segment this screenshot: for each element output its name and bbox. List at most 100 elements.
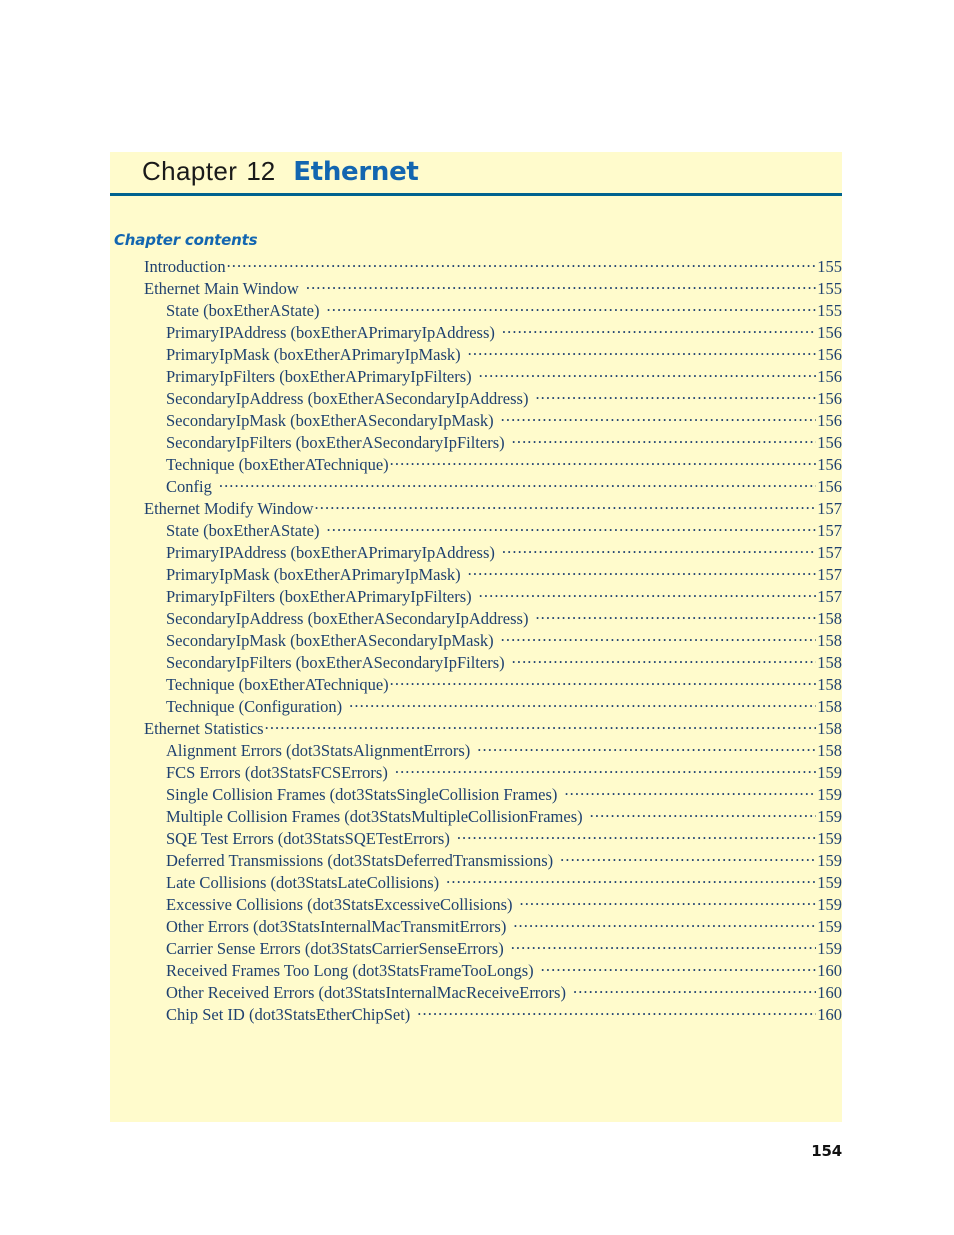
- toc-entry[interactable]: PrimaryIpFilters (boxEtherAPrimaryIpFilt…: [110, 586, 842, 608]
- toc-entry-page: 159: [817, 873, 842, 892]
- toc-entry-label: Technique (Configuration): [166, 697, 343, 716]
- toc-entry[interactable]: SecondaryIpAddress (boxEtherASecondaryIp…: [110, 608, 842, 630]
- toc-entry[interactable]: SQE Test Errors (dot3StatsSQETestErrors)…: [110, 828, 842, 850]
- toc-dot-leader: [390, 454, 817, 470]
- toc-dot-leader: [219, 476, 816, 492]
- toc-entry-page: 159: [817, 851, 842, 870]
- toc-entry-page: 157: [817, 499, 842, 518]
- toc-entry[interactable]: PrimaryIPAddress (boxEtherAPrimaryIpAddr…: [110, 322, 842, 344]
- toc-dot-leader: [395, 762, 816, 778]
- toc-entry[interactable]: Config 156: [110, 476, 842, 498]
- toc-entry-page: 158: [817, 609, 842, 628]
- toc-entry[interactable]: Single Collision Frames (dot3StatsSingle…: [110, 784, 842, 806]
- toc-entry[interactable]: Ethernet Main Window 155: [110, 278, 842, 300]
- toc-entry-label: SQE Test Errors (dot3StatsSQETestErrors): [166, 829, 450, 848]
- toc-entry-page: 159: [817, 829, 842, 848]
- toc-entry-label: PrimaryIpFilters (boxEtherAPrimaryIpFilt…: [166, 367, 472, 386]
- toc-entry-page: 159: [817, 939, 842, 958]
- toc-entry-label: Excessive Collisions (dot3StatsExcessive…: [166, 895, 513, 914]
- toc-entry[interactable]: Ethernet Modify Window 157: [110, 498, 842, 520]
- toc-entry-label: SecondaryIpMask (boxEtherASecondaryIpMas…: [166, 631, 494, 650]
- toc-entry-page: 156: [817, 477, 842, 496]
- toc-entry-page: 156: [817, 323, 842, 342]
- toc-entry[interactable]: FCS Errors (dot3StatsFCSErrors) 159: [110, 762, 842, 784]
- toc-entry-label: Single Collision Frames (dot3StatsSingle…: [166, 785, 558, 804]
- toc-dot-leader: [502, 542, 816, 558]
- toc-dot-leader: [501, 410, 817, 426]
- toc-entry[interactable]: State (boxEtherAState) 155: [110, 300, 842, 322]
- toc-entry-page: 155: [817, 257, 842, 276]
- chapter-contents-heading: Chapter contents: [114, 231, 258, 249]
- toc-dot-leader: [512, 432, 817, 448]
- toc-entry[interactable]: SecondaryIpMask (boxEtherASecondaryIpMas…: [110, 630, 842, 652]
- toc-entry-label: SecondaryIpFilters (boxEtherASecondaryIp…: [166, 653, 505, 672]
- toc-entry-label: PrimaryIpMask (boxEtherAPrimaryIpMask): [166, 345, 461, 364]
- toc-dot-leader: [560, 850, 816, 866]
- toc-entry[interactable]: PrimaryIPAddress (boxEtherAPrimaryIpAddr…: [110, 542, 842, 564]
- toc-entry-page: 158: [817, 653, 842, 672]
- toc-entry-page: 156: [817, 411, 842, 430]
- toc-entry-page: 158: [817, 697, 842, 716]
- toc-entry[interactable]: Alignment Errors (dot3StatsAlignmentErro…: [110, 740, 842, 762]
- toc-dot-leader: [501, 630, 817, 646]
- toc-entry-label: Carrier Sense Errors (dot3StatsCarrierSe…: [166, 939, 504, 958]
- toc-entry-label: State (boxEtherAState): [166, 301, 320, 320]
- toc-entry[interactable]: PrimaryIpFilters (boxEtherAPrimaryIpFilt…: [110, 366, 842, 388]
- toc-entry-label: Received Frames Too Long (dot3StatsFrame…: [166, 961, 534, 980]
- toc-entry-label: Chip Set ID (dot3StatsEtherChipSet): [166, 1005, 411, 1024]
- toc-entry-label: Deferred Transmissions (dot3StatsDeferre…: [166, 851, 554, 870]
- toc-entry[interactable]: State (boxEtherAState) 157: [110, 520, 842, 542]
- toc-dot-leader: [535, 608, 816, 624]
- toc-entry[interactable]: Excessive Collisions (dot3StatsExcessive…: [110, 894, 842, 916]
- toc-entry[interactable]: Multiple Collision Frames (dot3StatsMult…: [110, 806, 842, 828]
- toc-entry[interactable]: Technique (Configuration) 158: [110, 696, 842, 718]
- chapter-contents-block: Chapter 12 Ethernet Chapter contents Intro…: [110, 152, 842, 1122]
- toc-dot-leader: [468, 344, 817, 360]
- toc-entry[interactable]: Other Received Errors (dot3StatsInternal…: [110, 982, 842, 1004]
- toc-dot-leader: [417, 1004, 816, 1020]
- toc-entry-page: 156: [817, 433, 842, 452]
- toc-entry-label: Other Received Errors (dot3StatsInternal…: [166, 983, 566, 1002]
- toc-entry-label: PrimaryIpFilters (boxEtherAPrimaryIpFilt…: [166, 587, 472, 606]
- toc-entry[interactable]: Ethernet Statistics 158: [110, 718, 842, 740]
- chapter-name: Ethernet: [293, 157, 419, 187]
- toc-dot-leader: [535, 388, 816, 404]
- toc-entry-page: 159: [817, 895, 842, 914]
- toc-entry[interactable]: Introduction 155: [110, 256, 842, 278]
- toc-entry-page: 160: [817, 1005, 842, 1024]
- title-divider: [110, 193, 842, 196]
- toc-entry[interactable]: Deferred Transmissions (dot3StatsDeferre…: [110, 850, 842, 872]
- toc-entry-label: Technique (boxEtherATechnique): [166, 455, 389, 474]
- toc-entry[interactable]: SecondaryIpAddress (boxEtherASecondaryIp…: [110, 388, 842, 410]
- toc-entry[interactable]: Technique (boxEtherATechnique) 158: [110, 674, 842, 696]
- table-of-contents: Introduction155Ethernet Main Window155St…: [110, 256, 842, 1026]
- toc-entry[interactable]: PrimaryIpMask (boxEtherAPrimaryIpMask) 15…: [110, 344, 842, 366]
- toc-dot-leader: [590, 806, 817, 822]
- toc-entry[interactable]: SecondaryIpMask (boxEtherASecondaryIpMas…: [110, 410, 842, 432]
- toc-entry-page: 156: [817, 455, 842, 474]
- toc-entry[interactable]: Received Frames Too Long (dot3StatsFrame…: [110, 960, 842, 982]
- toc-entry[interactable]: Other Errors (dot3StatsInternalMacTransm…: [110, 916, 842, 938]
- toc-entry-page: 158: [817, 675, 842, 694]
- toc-entry-page: 159: [817, 917, 842, 936]
- toc-dot-leader: [513, 916, 816, 932]
- toc-dot-leader: [327, 300, 817, 316]
- toc-entry[interactable]: Carrier Sense Errors (dot3StatsCarrierSe…: [110, 938, 842, 960]
- toc-entry[interactable]: Technique (boxEtherATechnique) 156: [110, 454, 842, 476]
- toc-dot-leader: [512, 652, 817, 668]
- toc-entry-label: Ethernet Main Window: [144, 279, 299, 298]
- toc-entry[interactable]: Late Collisions (dot3StatsLateCollisions…: [110, 872, 842, 894]
- toc-dot-leader: [477, 740, 816, 756]
- toc-entry-label: Ethernet Statistics: [144, 719, 264, 738]
- toc-entry-page: 156: [817, 345, 842, 364]
- toc-entry[interactable]: PrimaryIpMask (boxEtherAPrimaryIpMask) 15…: [110, 564, 842, 586]
- toc-entry-page: 159: [817, 785, 842, 804]
- toc-entry[interactable]: SecondaryIpFilters (boxEtherASecondaryIp…: [110, 652, 842, 674]
- toc-entry[interactable]: SecondaryIpFilters (boxEtherASecondaryIp…: [110, 432, 842, 454]
- toc-entry-page: 158: [817, 631, 842, 650]
- toc-entry[interactable]: Chip Set ID (dot3StatsEtherChipSet) 160: [110, 1004, 842, 1026]
- chapter-label: Chapter: [142, 156, 238, 186]
- toc-entry-page: 157: [817, 587, 842, 606]
- toc-entry-label: Technique (boxEtherATechnique): [166, 675, 389, 694]
- toc-entry-page: 160: [817, 983, 842, 1002]
